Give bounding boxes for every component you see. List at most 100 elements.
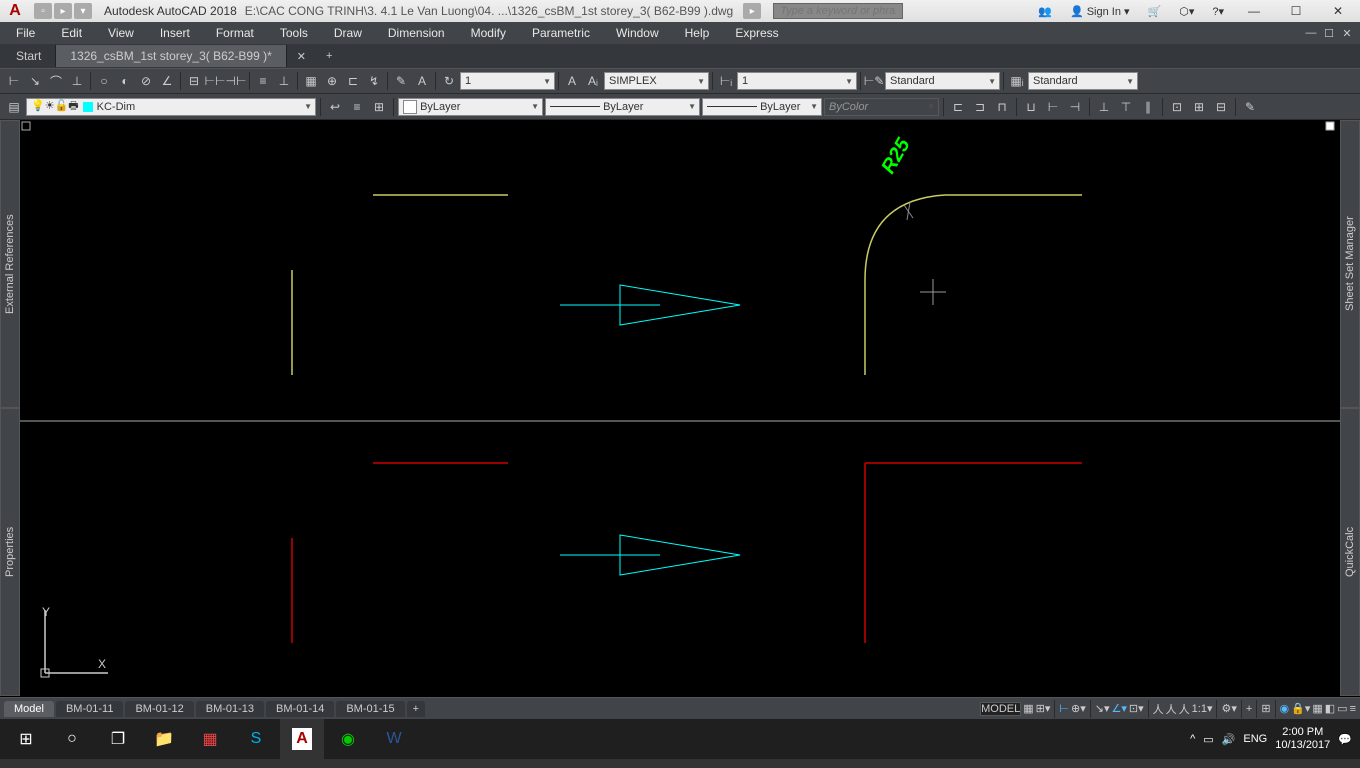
- notifications-icon[interactable]: 💬: [1338, 733, 1352, 746]
- dim-scale-dropdown[interactable]: 1▼: [737, 72, 857, 90]
- center-mark-icon[interactable]: ⊕: [322, 71, 342, 91]
- menu-draw[interactable]: Draw: [322, 24, 374, 42]
- cortana-button[interactable]: ○: [50, 719, 94, 759]
- grid-icon[interactable]: ▦: [1023, 702, 1033, 715]
- layout-tab-4[interactable]: BM-01-14: [266, 701, 334, 717]
- osnap-icon[interactable]: ∠▾: [1112, 702, 1127, 715]
- table-style-dropdown[interactable]: Standard▼: [1028, 72, 1138, 90]
- otrack-icon[interactable]: ⊡▾: [1129, 702, 1144, 715]
- color-dropdown[interactable]: ByLayer▼: [398, 98, 543, 116]
- menu-edit[interactable]: Edit: [49, 24, 94, 42]
- add-tab-button[interactable]: +: [316, 46, 342, 66]
- menu-insert[interactable]: Insert: [148, 24, 202, 42]
- dim-jogged-icon[interactable]: ◐: [115, 71, 135, 91]
- dim-quick-icon[interactable]: ⊟: [184, 71, 204, 91]
- constraint-7-icon[interactable]: ⊥: [1094, 97, 1114, 117]
- menu-tools[interactable]: Tools: [268, 24, 320, 42]
- isodraft-icon[interactable]: ↘▾: [1095, 702, 1110, 715]
- layout-tab-5[interactable]: BM-01-15: [336, 701, 404, 717]
- child-minimize-button[interactable]: —: [1302, 27, 1320, 40]
- explorer-icon[interactable]: 📁: [142, 719, 186, 759]
- dim-baseline-icon[interactable]: ⊢⊢: [205, 71, 225, 91]
- dim-arc-icon[interactable]: ⌒: [46, 71, 66, 91]
- child-close-button[interactable]: ✕: [1338, 27, 1356, 40]
- menu-parametric[interactable]: Parametric: [520, 24, 602, 42]
- layout-tab-model[interactable]: Model: [4, 701, 54, 717]
- jogged-linear-icon[interactable]: ↯: [364, 71, 384, 91]
- layout-tab-1[interactable]: BM-01-11: [56, 701, 123, 717]
- dimstyle-dropdown[interactable]: Standard▼: [885, 72, 1000, 90]
- menu-window[interactable]: Window: [604, 24, 671, 42]
- exchange-icon[interactable]: 🛒: [1142, 3, 1168, 20]
- constraint-8-icon[interactable]: ⊤: [1116, 97, 1136, 117]
- annotation-scale-dropdown[interactable]: 1▼: [460, 72, 555, 90]
- menu-format[interactable]: Format: [204, 24, 266, 42]
- lock-ui-icon[interactable]: 🔒▾: [1291, 702, 1310, 715]
- autocad-taskbar-icon[interactable]: A: [280, 719, 324, 759]
- menu-file[interactable]: File: [4, 24, 47, 42]
- add-layout-button[interactable]: +: [407, 701, 425, 717]
- constraint-2-icon[interactable]: ⊐: [970, 97, 990, 117]
- clean-screen-icon[interactable]: ▭: [1337, 702, 1347, 715]
- app-logo[interactable]: A: [0, 0, 30, 22]
- skype-icon[interactable]: S: [234, 719, 278, 759]
- layer-previous-icon[interactable]: ↩: [325, 97, 345, 117]
- quickprops-icon[interactable]: ◉: [1280, 702, 1290, 715]
- dim-angular-icon[interactable]: ∠: [157, 71, 177, 91]
- child-maximize-button[interactable]: ☐: [1320, 27, 1338, 40]
- tab-start[interactable]: Start: [2, 45, 56, 67]
- word-icon[interactable]: W: [372, 719, 416, 759]
- help-icon[interactable]: ?▾: [1206, 3, 1230, 20]
- dim-style-icon[interactable]: ⊢ᵢ: [716, 71, 736, 91]
- menu-modify[interactable]: Modify: [459, 24, 518, 42]
- constraint-5-icon[interactable]: ⊢: [1043, 97, 1063, 117]
- layer-properties-icon[interactable]: ▤: [4, 97, 24, 117]
- workspace-icon[interactable]: ⚙▾: [1221, 702, 1236, 715]
- app-icon[interactable]: ⬡▾: [1173, 3, 1200, 20]
- dim-edit-icon[interactable]: ✎: [391, 71, 411, 91]
- scale-button[interactable]: 1:1▾: [1192, 702, 1213, 715]
- tray-lang[interactable]: ENG: [1243, 733, 1267, 745]
- dim-space-icon[interactable]: ≡: [253, 71, 273, 91]
- annotation-monitor-icon[interactable]: +: [1246, 703, 1252, 715]
- new-tab-button[interactable]: ✕: [287, 46, 316, 67]
- dim-linear-icon[interactable]: ⊢: [4, 71, 24, 91]
- tray-clock[interactable]: 2:00 PM 10/13/2017: [1275, 726, 1330, 752]
- menu-express[interactable]: Express: [723, 24, 790, 42]
- layer-iso-icon[interactable]: ⊞: [369, 97, 389, 117]
- lineweight-dropdown[interactable]: ByLayer▼: [702, 98, 822, 116]
- close-button[interactable]: ✕: [1320, 0, 1356, 22]
- taskview-button[interactable]: ❐: [96, 719, 140, 759]
- isolate-icon[interactable]: ◧: [1325, 702, 1335, 715]
- layout-tab-2[interactable]: BM-01-12: [125, 701, 193, 717]
- minimize-button[interactable]: —: [1236, 0, 1272, 22]
- new-icon[interactable]: ▫: [34, 3, 52, 19]
- text-style-icon[interactable]: Aᵢ: [583, 71, 603, 91]
- layer-dropdown[interactable]: 💡☀🔓🖶 KC-Dim ▼: [26, 98, 316, 116]
- layer-state-icon[interactable]: ≡: [347, 97, 367, 117]
- drawing-canvas[interactable]: R25 Y X: [20, 120, 1340, 697]
- tolerance-icon[interactable]: ▦: [301, 71, 321, 91]
- tray-volume-icon[interactable]: 🔊: [1222, 733, 1236, 746]
- constraint-1-icon[interactable]: ⊏: [948, 97, 968, 117]
- layout-tab-3[interactable]: BM-01-13: [196, 701, 264, 717]
- open-icon[interactable]: ▸: [54, 3, 72, 19]
- annotation-icon[interactable]: 人: [1153, 701, 1164, 717]
- mtext-icon[interactable]: A: [562, 71, 582, 91]
- dim-ordinate-icon[interactable]: ⊥: [67, 71, 87, 91]
- dim-tedit-icon[interactable]: A: [412, 71, 432, 91]
- quickcalc-panel[interactable]: QuickCalc: [1340, 408, 1360, 696]
- dim-diameter-icon[interactable]: ⊘: [136, 71, 156, 91]
- dim-radius-icon[interactable]: ○: [94, 71, 114, 91]
- dimstyle-icon[interactable]: ⊢✎: [864, 71, 884, 91]
- dim-update-icon[interactable]: ↻: [439, 71, 459, 91]
- model-space-button[interactable]: MODEL: [980, 702, 1021, 716]
- constraint-settings-icon[interactable]: ✎: [1240, 97, 1260, 117]
- constraint-11-icon[interactable]: ⊞: [1189, 97, 1209, 117]
- hardware-accel-icon[interactable]: ▦: [1312, 702, 1322, 715]
- maximize-button[interactable]: ☐: [1278, 0, 1314, 22]
- customize-icon[interactable]: ≡: [1350, 703, 1356, 715]
- dim-continue-icon[interactable]: ⊣⊢: [226, 71, 246, 91]
- constraint-12-icon[interactable]: ⊟: [1211, 97, 1231, 117]
- linetype-dropdown[interactable]: ByLayer▼: [545, 98, 700, 116]
